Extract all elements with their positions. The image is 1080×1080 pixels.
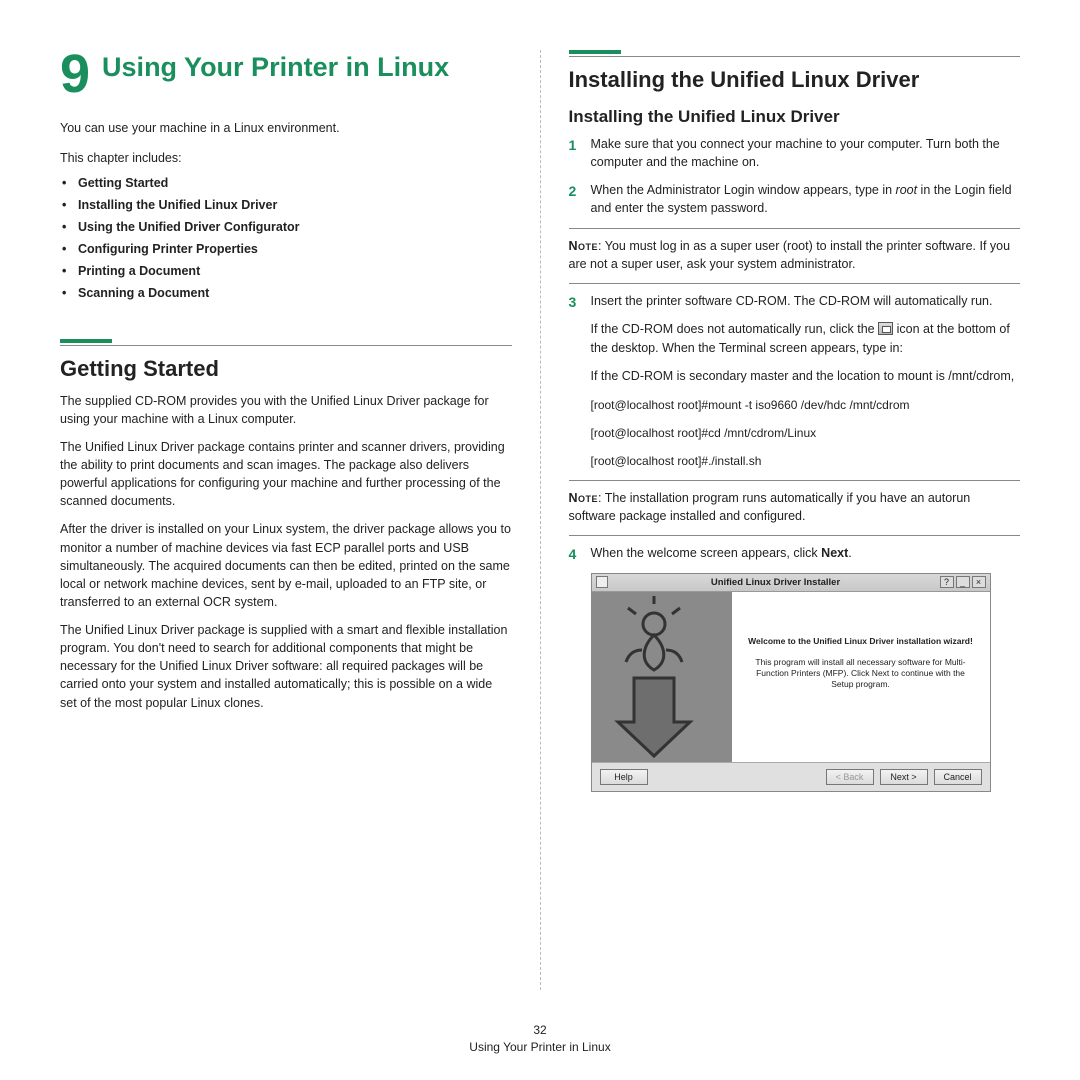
window-icon — [596, 576, 608, 588]
note-block: Note: You must log in as a super user (r… — [569, 237, 1021, 273]
step-text: When the Administrator Login window appe… — [591, 183, 896, 197]
includes-label: This chapter includes: — [60, 149, 512, 168]
next-button[interactable]: Next > — [880, 769, 928, 785]
right-column: Installing the Unified Linux Driver Inst… — [541, 50, 1021, 990]
wizard-body: This program will install all necessary … — [746, 657, 976, 691]
sub-text: If the CD-ROM does not automatically run… — [591, 320, 1021, 358]
step-1: Make sure that you connect your machine … — [569, 135, 1021, 171]
footer-title: Using Your Printer in Linux — [0, 1040, 1080, 1054]
cancel-button[interactable]: Cancel — [934, 769, 982, 785]
note-text: : You must log in as a super user (root)… — [569, 239, 1011, 271]
body-paragraph: After the driver is installed on your Li… — [60, 520, 512, 611]
contents-item: Using the Unified Driver Configurator — [62, 217, 512, 239]
step-text: Make sure that you connect your machine … — [591, 137, 1000, 169]
step-text-italic: root — [896, 183, 918, 197]
step-text: When the welcome screen appears, click — [591, 546, 822, 560]
section-heading: Getting Started — [60, 356, 512, 382]
page-number: 32 — [0, 1023, 1080, 1037]
contents-item: Printing a Document — [62, 261, 512, 283]
chapter-heading: 9 Using Your Printer in Linux — [60, 50, 512, 99]
body-paragraph: The supplied CD-ROM provides you with th… — [60, 392, 512, 428]
note-rule — [569, 283, 1021, 284]
note-rule — [569, 535, 1021, 536]
window-controls: ? _ × — [940, 576, 986, 588]
wizard-text-panel: Welcome to the Unified Linux Driver inst… — [732, 592, 990, 762]
close-icon[interactable]: × — [972, 576, 986, 588]
note-rule — [569, 228, 1021, 229]
installer-titlebar: Unified Linux Driver Installer ? _ × — [592, 574, 990, 592]
back-button[interactable]: < Back — [826, 769, 874, 785]
note-block: Note: The installation program runs auto… — [569, 489, 1021, 525]
contents-item: Getting Started — [62, 173, 512, 195]
contents-item: Installing the Unified Linux Driver — [62, 195, 512, 217]
section-getting-started: Getting Started The supplied CD-ROM prov… — [60, 339, 512, 712]
minimize-icon[interactable]: _ — [956, 576, 970, 588]
help-button-icon[interactable]: ? — [940, 576, 954, 588]
sub-text: If the CD-ROM is secondary master and th… — [591, 367, 1021, 386]
chapter-number: 9 — [60, 50, 90, 99]
body-paragraph: The Unified Linux Driver package contain… — [60, 438, 512, 511]
wizard-heading: Welcome to the Unified Linux Driver inst… — [746, 636, 976, 647]
body-paragraph: The Unified Linux Driver package is supp… — [60, 621, 512, 712]
help-button[interactable]: Help — [600, 769, 648, 785]
section-divider — [569, 56, 1021, 57]
section-accent-rule — [569, 50, 621, 54]
page-footer: 32 Using Your Printer in Linux — [0, 1023, 1080, 1054]
step-3: Insert the printer software CD-ROM. The … — [569, 292, 1021, 310]
left-column: 9 Using Your Printer in Linux You can us… — [60, 50, 540, 990]
wizard-image — [592, 592, 732, 762]
command-line: [root@localhost root]#mount -t iso9660 /… — [591, 396, 1021, 414]
command-line: [root@localhost root]#cd /mnt/cdrom/Linu… — [591, 424, 1021, 442]
step-2: When the Administrator Login window appe… — [569, 181, 1021, 217]
install-steps-cont2: When the welcome screen appears, click N… — [569, 544, 1021, 562]
subsection-heading: Installing the Unified Linux Driver — [569, 107, 1021, 127]
command-line: [root@localhost root]#./install.sh — [591, 452, 1021, 470]
terminal-icon — [878, 322, 893, 335]
note-label: Note — [569, 239, 599, 253]
contents-item: Scanning a Document — [62, 283, 512, 305]
installer-window: Unified Linux Driver Installer ? _ × — [591, 573, 991, 792]
note-text: : The installation program runs automati… — [569, 491, 971, 523]
installer-body: Welcome to the Unified Linux Driver inst… — [592, 592, 990, 763]
note-label: Note — [569, 491, 599, 505]
install-steps-cont: Insert the printer software CD-ROM. The … — [569, 292, 1021, 310]
section-heading: Installing the Unified Linux Driver — [569, 67, 1021, 93]
chapter-title: Using Your Printer in Linux — [102, 50, 449, 83]
installer-footer: Help < Back Next > Cancel — [592, 763, 990, 791]
step-text: Insert the printer software CD-ROM. The … — [591, 294, 993, 308]
page-columns: 9 Using Your Printer in Linux You can us… — [60, 50, 1020, 990]
window-title: Unified Linux Driver Installer — [612, 577, 940, 588]
note-rule — [569, 480, 1021, 481]
intro-text: You can use your machine in a Linux envi… — [60, 119, 512, 137]
section-accent-rule — [60, 339, 112, 343]
contents-item: Configuring Printer Properties — [62, 239, 512, 261]
step-4: When the welcome screen appears, click N… — [569, 544, 1021, 562]
terminal-instructions: If the CD-ROM does not automatically run… — [591, 320, 1021, 470]
step-text-bold: Next — [821, 546, 848, 560]
install-steps: Make sure that you connect your machine … — [569, 135, 1021, 218]
section-divider — [60, 345, 512, 346]
chapter-contents-list: Getting Started Installing the Unified L… — [62, 173, 512, 304]
step-text: . — [848, 546, 851, 560]
